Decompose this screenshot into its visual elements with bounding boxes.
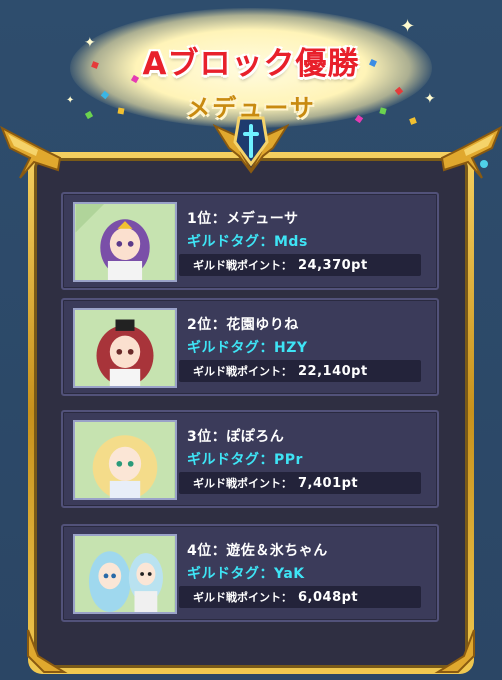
- confetti-piece: [117, 107, 125, 115]
- points-value: 6,048pt: [298, 590, 359, 605]
- character-portrait-icon: [75, 204, 175, 280]
- points-bar: ギルド戦ポイント： 24,370pt: [179, 254, 421, 276]
- ranking-card-4: 4位：遊佐＆氷ちゃん ギルドタグ：YaK ギルド戦ポイント： 6,048pt: [61, 524, 439, 622]
- sparkle-icon: ✦: [400, 16, 416, 37]
- ranking-card-1: 1位：メデューサ ギルドタグ：Mds ギルド戦ポイント： 24,370pt: [61, 192, 439, 290]
- points-bar: ギルド戦ポイント： 22,140pt: [179, 360, 421, 382]
- banner-title: Aブロック優勝: [142, 46, 360, 82]
- guild-tag: ギルドタグ：PPr: [187, 452, 303, 468]
- avatar: [73, 534, 177, 614]
- guild-emblem-icon: [213, 116, 289, 174]
- points-label: ギルド戦ポイント：: [193, 591, 292, 604]
- rank-label: 4位：遊佐＆氷ちゃん: [187, 543, 328, 559]
- ranking-card-3: 3位：ぽぽろん ギルドタグ：PPr ギルド戦ポイント： 7,401pt: [61, 410, 439, 508]
- guild-tag: ギルドタグ：Mds: [187, 234, 308, 250]
- bottom-right-corner-ornament: [434, 629, 475, 673]
- rank-label: 3位：ぽぽろん: [187, 429, 285, 445]
- guild-tag: ギルドタグ：YaK: [187, 566, 305, 582]
- sparkle-icon: ✦: [84, 35, 96, 51]
- guild-tag: ギルドタグ：HZY: [187, 340, 308, 356]
- avatar: [73, 420, 177, 500]
- ranking-card-2: 2位：花園ゆりね ギルドタグ：HZY ギルド戦ポイント： 22,140pt: [61, 298, 439, 396]
- points-label: ギルド戦ポイント：: [193, 365, 292, 378]
- left-wing-ornament: [0, 125, 62, 179]
- points-label: ギルド戦ポイント：: [193, 259, 292, 272]
- points-value: 22,140pt: [298, 364, 368, 379]
- rank-label: 1位：メデューサ: [187, 211, 299, 227]
- points-bar: ギルド戦ポイント： 6,048pt: [179, 586, 421, 608]
- bottom-left-corner-ornament: [27, 629, 68, 673]
- character-portrait-icon: [75, 536, 175, 612]
- points-label: ギルド戦ポイント：: [193, 477, 292, 490]
- sparkle-icon: ✦: [66, 95, 75, 106]
- title-banner: Aブロック優勝 メデューサ: [70, 8, 432, 128]
- avatar: [73, 308, 177, 388]
- rank-label: 2位：花園ゆりね: [187, 317, 299, 333]
- points-value: 24,370pt: [298, 258, 368, 273]
- sparkle-icon: ✦: [424, 91, 436, 107]
- character-portrait-icon: [75, 310, 175, 386]
- character-portrait-icon: [75, 422, 175, 498]
- points-value: 7,401pt: [298, 476, 359, 491]
- points-bar: ギルド戦ポイント： 7,401pt: [179, 472, 421, 494]
- avatar: [73, 202, 177, 282]
- right-wing-ornament: [440, 125, 502, 179]
